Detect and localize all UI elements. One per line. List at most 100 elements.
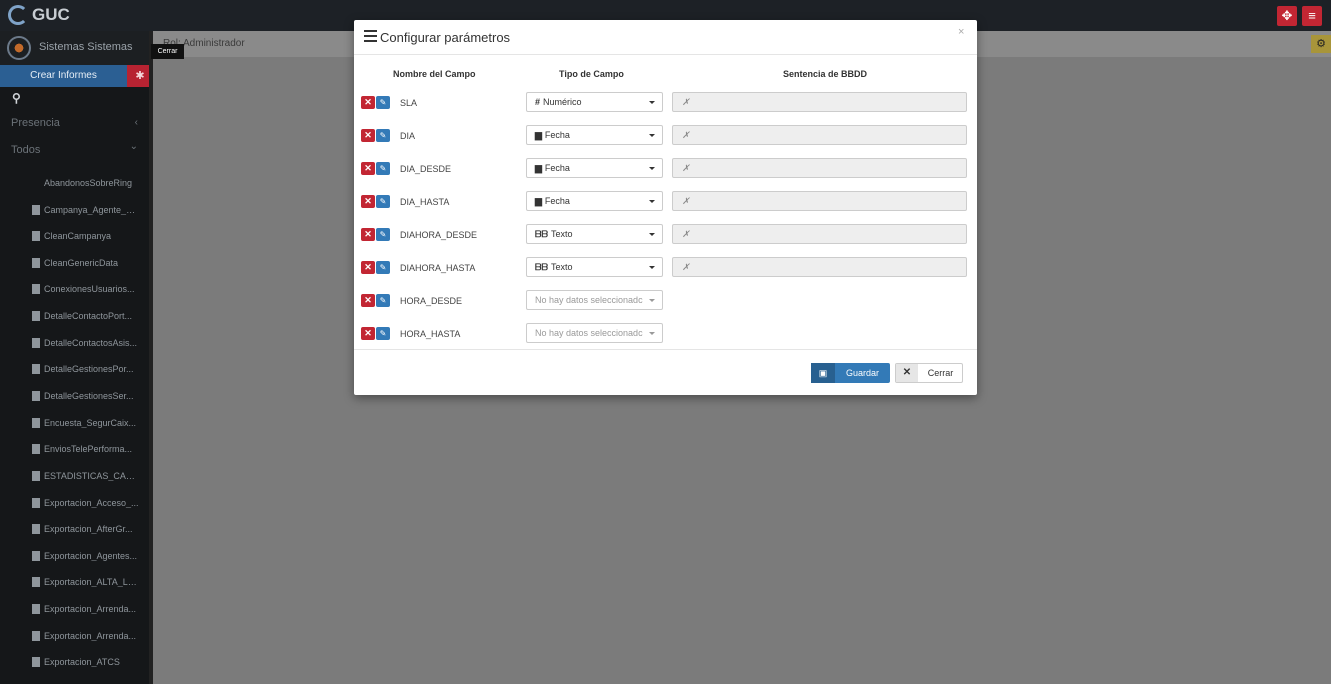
delete-button[interactable]: ✕: [361, 261, 375, 274]
document-icon: [32, 418, 40, 428]
report-label: Exportacion_Arrenda...: [44, 604, 137, 614]
edit-button[interactable]: ✎: [376, 96, 390, 109]
type-placeholder: No hay datos seleccionadc: [535, 295, 643, 305]
move-icon[interactable]: ✥: [1277, 6, 1297, 26]
close-icon[interactable]: ×: [958, 26, 964, 38]
modal-footer: ▣ Guardar ✕ Cerrar: [354, 349, 977, 395]
sidebar-scrollbar[interactable]: [149, 31, 153, 684]
sidebar-item-presencia[interactable]: Presencia ‹: [11, 117, 138, 129]
settings-gear-icon[interactable]: ⚙: [1311, 35, 1331, 53]
edit-button[interactable]: ✎: [376, 327, 390, 340]
list-item[interactable]: Exportacion_ATCS: [0, 654, 149, 674]
report-label: DetalleContactosAsis...: [44, 338, 138, 348]
list-item[interactable]: DetalleGestionesSer...: [0, 388, 149, 408]
list-item[interactable]: Exportacion_Agentes...: [0, 548, 149, 568]
report-label: DetalleContactoPort...: [44, 311, 133, 321]
list-item[interactable]: Encuesta_SegurCaix...: [0, 415, 149, 435]
document-icon: [32, 604, 40, 614]
caret-down-icon: [649, 167, 655, 170]
sidebar-item-label: Todos: [11, 144, 41, 156]
list-item[interactable]: EnviosTelePerforma...: [0, 441, 149, 461]
document-icon: [32, 338, 40, 348]
type-select[interactable]: # Numérico: [526, 92, 663, 112]
list-item[interactable]: DetalleContactoPort...: [0, 308, 149, 328]
caret-down-icon: [649, 299, 655, 302]
caret-down-icon: [649, 233, 655, 236]
type-placeholder: No hay datos seleccionadc: [535, 328, 643, 338]
text-icon: ᗷᗷ: [535, 262, 548, 272]
list-item[interactable]: ConexionesUsuarios...: [0, 281, 149, 301]
edit-button[interactable]: ✎: [376, 294, 390, 307]
delete-button[interactable]: ✕: [361, 195, 375, 208]
type-select[interactable]: ▆ Fecha: [526, 125, 663, 145]
delete-button[interactable]: ✕: [361, 294, 375, 307]
hash-icon: #: [535, 97, 541, 107]
field-name: DIAHORA_DESDE: [400, 230, 478, 240]
gear-icon[interactable]: ✱: [127, 65, 149, 87]
modal-header: Configurar parámetros ×: [354, 20, 977, 55]
document-icon: [32, 524, 40, 534]
document-icon: [32, 577, 40, 587]
list-item[interactable]: AbandonosSobreRing: [0, 175, 149, 195]
type-select[interactable]: ▆ Fecha: [526, 191, 663, 211]
sql-input[interactable]: ✗: [672, 92, 967, 112]
type-value: Texto: [551, 262, 573, 272]
edit-button[interactable]: ✎: [376, 228, 390, 241]
delete-button[interactable]: ✕: [361, 129, 375, 142]
document-icon: [32, 284, 40, 294]
app-title: GUC: [32, 5, 70, 24]
list-item[interactable]: ESTADISTICAS_CAMP...: [0, 468, 149, 488]
document-icon: [32, 631, 40, 641]
menu-icon[interactable]: ≡: [1302, 6, 1322, 26]
user-panel: Sistemas Sistemas: [0, 31, 149, 65]
table-row: ✕ ✎ DIA_HASTA ▆ Fecha ✗: [354, 188, 977, 214]
list-item[interactable]: Exportacion_AfterGr...: [0, 521, 149, 541]
delete-button[interactable]: ✕: [361, 162, 375, 175]
sql-input[interactable]: ✗: [672, 125, 967, 145]
delete-button[interactable]: ✕: [361, 96, 375, 109]
list-item[interactable]: DetalleGestionesPor...: [0, 361, 149, 381]
delete-button[interactable]: ✕: [361, 327, 375, 340]
list-item[interactable]: CleanCampanya: [0, 228, 149, 248]
type-select[interactable]: No hay datos seleccionadc: [526, 290, 663, 310]
report-label: ESTADISTICAS_CAMP...: [44, 471, 140, 481]
list-item[interactable]: Exportacion_Arrenda...: [0, 601, 149, 621]
cancel-button[interactable]: ✕ Cerrar: [895, 363, 963, 383]
edit-button[interactable]: ✎: [376, 261, 390, 274]
list-item[interactable]: DetalleContactosAsis...: [0, 335, 149, 355]
type-select[interactable]: ᗷᗷ Texto: [526, 257, 663, 277]
type-select[interactable]: ▆ Fecha: [526, 158, 663, 178]
edit-button[interactable]: ✎: [376, 129, 390, 142]
type-select[interactable]: No hay datos seleccionadc: [526, 323, 663, 343]
list-item[interactable]: Exportacion_Acceso_...: [0, 495, 149, 515]
type-value: Texto: [551, 229, 573, 239]
crear-informes-button[interactable]: Crear Informes: [0, 65, 127, 87]
save-label: Guardar: [845, 368, 880, 378]
sql-input[interactable]: ✗: [672, 158, 967, 178]
search-icon[interactable]: ⚲: [12, 91, 21, 105]
list-item[interactable]: CleanGenericData: [0, 255, 149, 275]
chevron-down-icon: ⌄: [129, 141, 138, 152]
type-value: Fecha: [544, 196, 570, 206]
delete-button[interactable]: ✕: [361, 228, 375, 241]
list-item[interactable]: Campanya_Agente_D...: [0, 202, 149, 222]
report-label: AbandonosSobreRing: [44, 178, 133, 188]
edit-button[interactable]: ✎: [376, 162, 390, 175]
table-row: ✕ ✎ SLA # Numérico ✗: [354, 89, 977, 115]
type-select[interactable]: ᗷᗷ Texto: [526, 224, 663, 244]
document-icon: [32, 391, 40, 401]
list-item[interactable]: Exportacion_Arrenda...: [0, 628, 149, 648]
modal-title: Configurar parámetros: [380, 30, 511, 45]
edit-button[interactable]: ✎: [376, 195, 390, 208]
report-label: Exportacion_Arrenda...: [44, 631, 137, 641]
list-item[interactable]: Exportacion_ALTA_LL...: [0, 574, 149, 594]
sql-input[interactable]: ✗: [672, 191, 967, 211]
list-icon: [364, 30, 377, 42]
sql-input[interactable]: ✗: [672, 257, 967, 277]
save-button[interactable]: ▣ Guardar: [811, 363, 890, 383]
type-value: Fecha: [544, 163, 570, 173]
report-label: Exportacion_ALTA_LL...: [44, 577, 140, 587]
sidebar-item-todos[interactable]: Todos ⌄: [11, 141, 138, 156]
sql-input[interactable]: ✗: [672, 224, 967, 244]
app-logo[interactable]: GUC: [8, 5, 70, 25]
